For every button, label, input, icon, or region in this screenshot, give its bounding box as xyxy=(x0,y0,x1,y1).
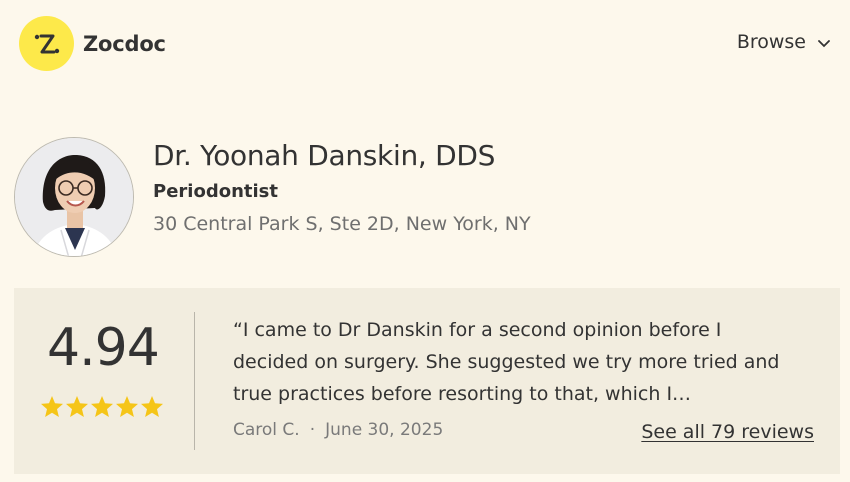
star-icon xyxy=(141,396,163,417)
doctor-specialty: Periodontist xyxy=(153,181,278,202)
divider xyxy=(194,312,195,450)
see-all-reviews-link[interactable]: See all 79 reviews xyxy=(641,421,814,443)
browse-menu[interactable]: Browse xyxy=(737,31,830,53)
doctor-avatar xyxy=(14,137,134,257)
brand-name: Zocdoc xyxy=(83,31,166,56)
reviewer-name: Carol C. xyxy=(233,420,300,440)
star-icon xyxy=(91,396,113,417)
star-rating xyxy=(40,395,164,418)
review-quote: “I came to Dr Danskin for a second opini… xyxy=(233,319,780,405)
chevron-down-icon xyxy=(818,31,830,53)
doctor-name: Dr. Yoonah Danskin, DDS xyxy=(153,139,496,172)
star-icon xyxy=(116,396,138,417)
review-meta: Carol C. · June 30, 2025 xyxy=(233,420,443,440)
star-icon xyxy=(66,396,88,417)
meta-separator: · xyxy=(309,420,316,440)
overall-rating: 4.94 xyxy=(47,318,160,378)
browse-label: Browse xyxy=(736,31,806,53)
star-icon xyxy=(41,396,63,417)
zocdoc-logo-icon xyxy=(19,16,74,71)
review-summary-card: 4.94 “I came to Dr Danskin for a second … xyxy=(14,288,840,474)
doctor-address: 30 Central Park S, Ste 2D, New York, NY xyxy=(153,213,531,235)
review-date: June 30, 2025 xyxy=(325,420,444,440)
zocdoc-logo[interactable]: Zocdoc xyxy=(19,16,166,71)
